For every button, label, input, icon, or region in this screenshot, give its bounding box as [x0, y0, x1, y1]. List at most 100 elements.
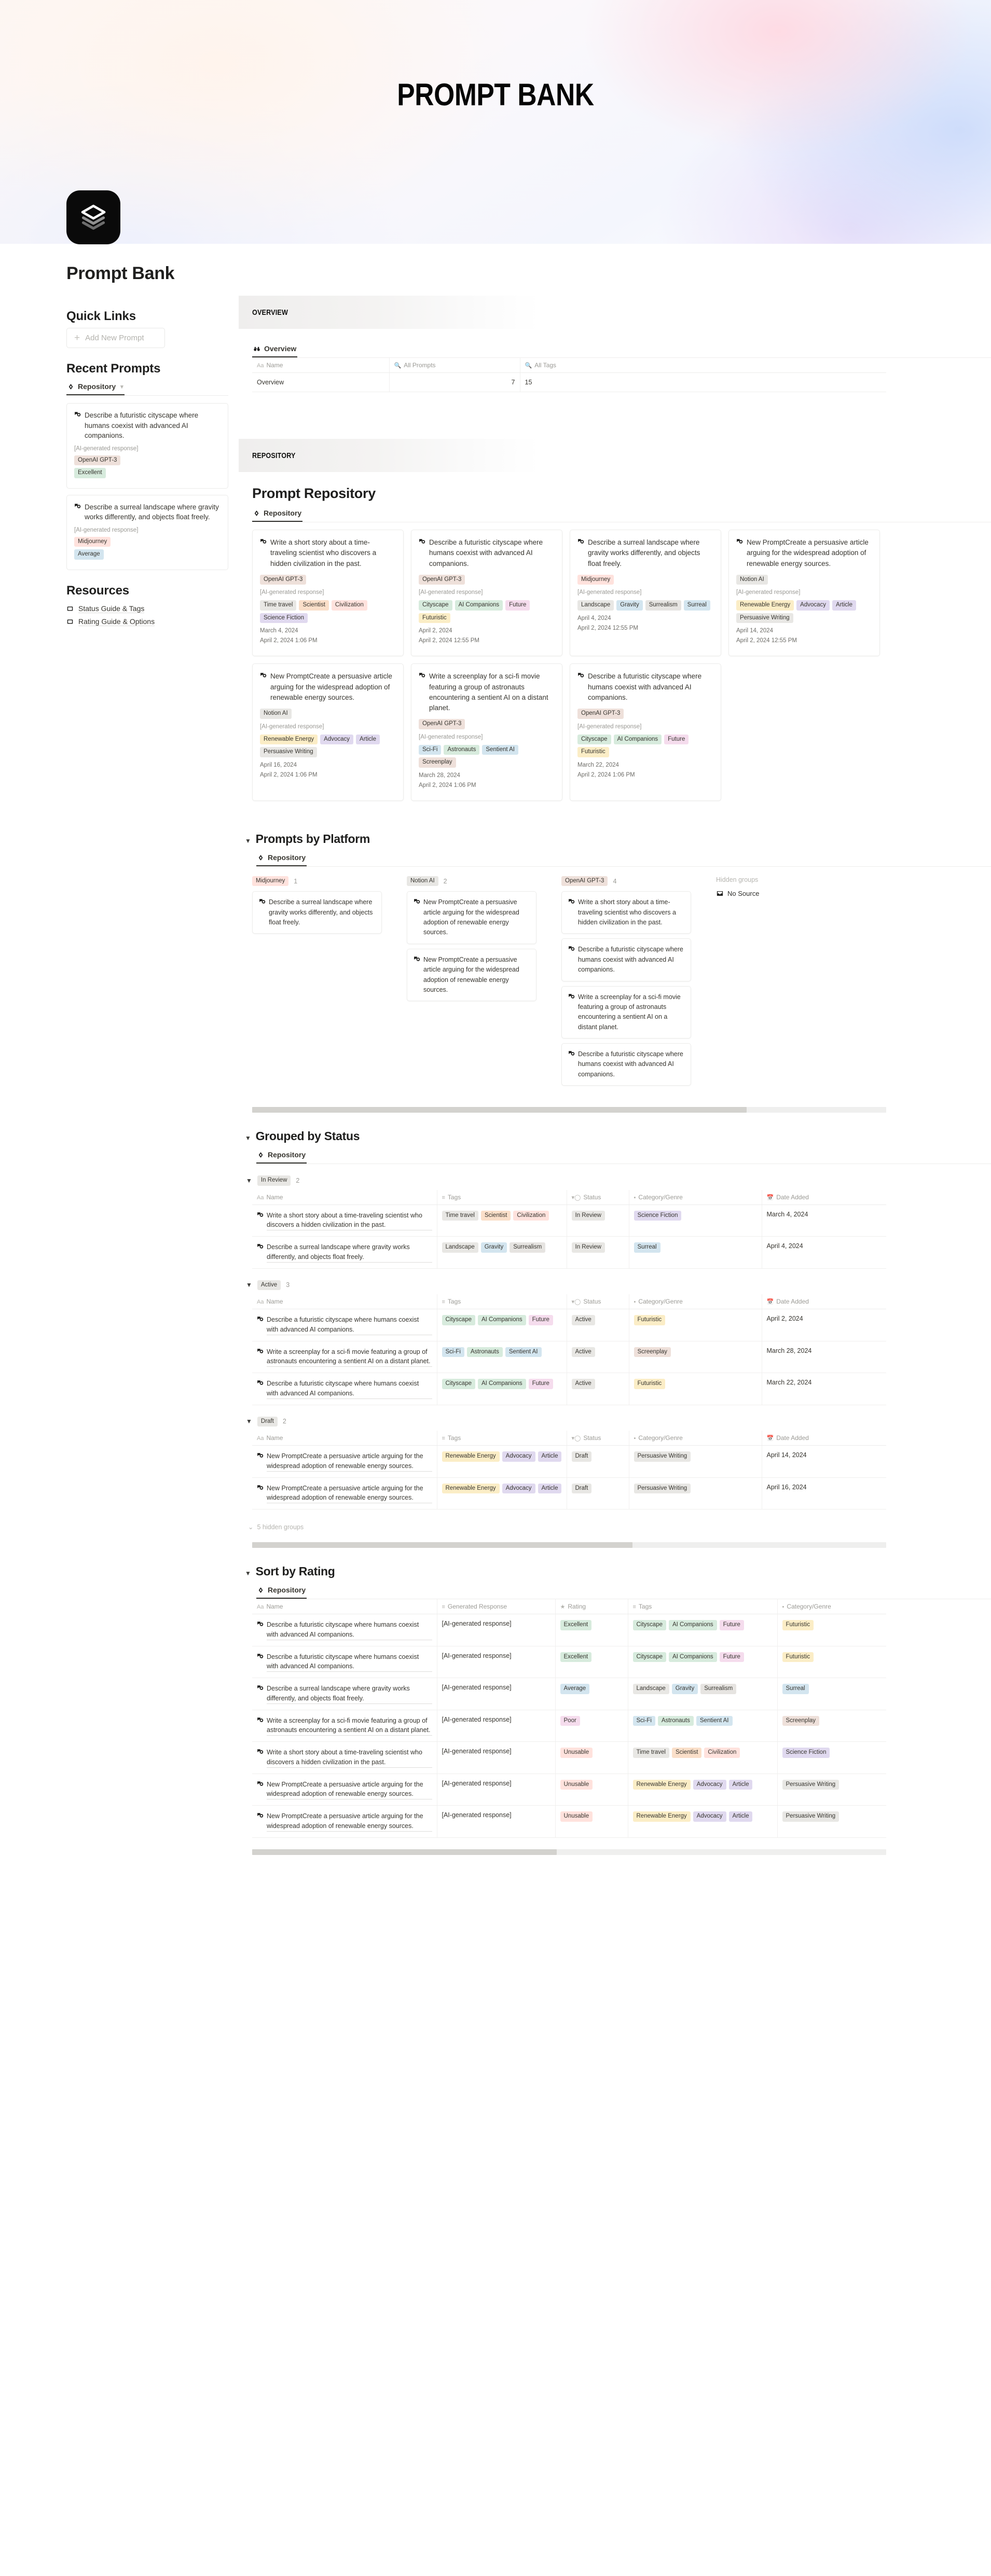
- column-header-tags[interactable]: ≡ Tags: [628, 1599, 778, 1615]
- table-row[interactable]: Describe a surreal landscape where gravi…: [252, 1236, 886, 1269]
- column-header-date-added[interactable]: 📅 Date Added: [762, 1294, 886, 1310]
- column-header-tags[interactable]: ≡ Tags: [437, 1189, 567, 1205]
- hidden-groups-toggle[interactable]: ⌄ 5 hidden groups: [248, 1523, 991, 1531]
- column-header-date-added[interactable]: 📅 Date Added: [762, 1189, 886, 1205]
- table-row[interactable]: New PromptCreate a persuasive article ar…: [252, 1805, 886, 1838]
- column-header-tags[interactable]: ≡ Tags: [437, 1294, 567, 1310]
- cell-name[interactable]: Write a short story about a time-traveli…: [252, 1204, 437, 1237]
- horizontal-scrollbar[interactable]: [252, 1849, 886, 1855]
- cell-name[interactable]: Describe a futuristic cityscape where hu…: [252, 1614, 437, 1646]
- board-card[interactable]: Describe a futuristic cityscape where hu…: [561, 938, 691, 981]
- cell-name[interactable]: Describe a futuristic cityscape where hu…: [252, 1309, 437, 1341]
- table-row[interactable]: Write a screenplay for a sci-fi movie fe…: [252, 1710, 886, 1742]
- column-header-name[interactable]: Aa Name: [252, 1294, 437, 1310]
- resource-link[interactable]: Status Guide & Tags: [66, 602, 228, 615]
- table-row[interactable]: Describe a futuristic cityscape where hu…: [252, 1373, 886, 1405]
- table-row[interactable]: Describe a futuristic cityscape where hu…: [252, 1309, 886, 1341]
- no-source-group[interactable]: No Source: [716, 890, 820, 897]
- status-group-header[interactable]: ▼ In Review 2: [246, 1175, 991, 1186]
- cell-name[interactable]: Write a screenplay for a sci-fi movie fe…: [252, 1341, 437, 1374]
- prompt-card[interactable]: New PromptCreate a persuasive article ar…: [728, 530, 880, 657]
- horizontal-scrollbar[interactable]: [252, 1542, 886, 1548]
- board-card[interactable]: Write a short story about a time-traveli…: [561, 891, 691, 934]
- column-header-category-genre[interactable]: ▪ Category/Genre: [777, 1599, 886, 1615]
- db-tab-repository-platform[interactable]: Repository: [256, 851, 307, 866]
- column-header-status[interactable]: ▾◯ Status: [567, 1294, 629, 1310]
- board-card[interactable]: New PromptCreate a persuasive article ar…: [407, 948, 536, 1002]
- board-column-header[interactable]: Notion AI 2: [407, 876, 536, 887]
- table-row[interactable]: Write a short story about a time-traveli…: [252, 1204, 886, 1237]
- collapse-triangle-icon[interactable]: ▼: [246, 1281, 252, 1289]
- db-tab-overview[interactable]: Overview: [252, 342, 298, 357]
- chevron-down-icon[interactable]: ▾: [120, 383, 123, 390]
- collapse-triangle-icon[interactable]: ▼: [245, 1134, 251, 1142]
- board-card[interactable]: New PromptCreate a persuasive article ar…: [407, 891, 536, 944]
- prompt-card[interactable]: Write a short story about a time-traveli…: [252, 530, 404, 657]
- table-row[interactable]: Describe a futuristic cityscape where hu…: [252, 1614, 886, 1646]
- cell-name[interactable]: Write a short story about a time-traveli…: [252, 1741, 437, 1774]
- board-card[interactable]: Describe a futuristic cityscape where hu…: [561, 1043, 691, 1086]
- table-row[interactable]: Write a short story about a time-traveli…: [252, 1741, 886, 1774]
- status-group-header[interactable]: ▼ Active 3: [246, 1280, 991, 1291]
- db-tab-repository[interactable]: Repository: [252, 507, 303, 522]
- column-header-all-tags[interactable]: 🔍 All Tags: [520, 358, 886, 373]
- cell-name[interactable]: New PromptCreate a persuasive article ar…: [252, 1805, 437, 1838]
- board-column-header[interactable]: Midjourney 1: [252, 876, 382, 887]
- column-header-name[interactable]: Aa Name: [252, 1189, 437, 1205]
- sidebar-db-tab-repository[interactable]: Repository ▾: [66, 380, 125, 395]
- db-tab-repository-status[interactable]: Repository: [256, 1148, 307, 1164]
- cell-name[interactable]: Write a screenplay for a sci-fi movie fe…: [252, 1710, 437, 1742]
- table-row[interactable]: New PromptCreate a persuasive article ar…: [252, 1477, 886, 1510]
- tag-pill: Civilization: [513, 1210, 549, 1221]
- platform-section-title-row[interactable]: ▼ Prompts by Platform: [245, 832, 991, 846]
- column-header-status[interactable]: ▾◯ Status: [567, 1431, 629, 1446]
- column-header-date-added[interactable]: 📅 Date Added: [762, 1431, 886, 1446]
- column-header-category-genre[interactable]: ▪ Category/Genre: [629, 1189, 762, 1205]
- column-header-rating[interactable]: ★ Rating: [555, 1599, 628, 1615]
- column-header-all-prompts[interactable]: 🔍 All Prompts: [389, 358, 520, 373]
- add-new-prompt-button[interactable]: + Add New Prompt: [66, 328, 165, 348]
- prompt-card[interactable]: Write a screenplay for a sci-fi movie fe…: [411, 663, 562, 801]
- cell-name[interactable]: Describe a futuristic cityscape where hu…: [252, 1373, 437, 1405]
- cell-name[interactable]: New PromptCreate a persuasive article ar…: [252, 1774, 437, 1806]
- column-header-category-genre[interactable]: ▪ Category/Genre: [629, 1431, 762, 1446]
- cell-name[interactable]: Describe a surreal landscape where gravi…: [252, 1678, 437, 1710]
- table-row[interactable]: Overview 7 15: [252, 372, 886, 392]
- cell-name[interactable]: New PromptCreate a persuasive article ar…: [252, 1445, 437, 1478]
- column-header-generated-response[interactable]: ≡ Generated Response: [437, 1599, 556, 1615]
- prompt-card[interactable]: Describe a futuristic cityscape where hu…: [411, 530, 562, 657]
- status-section-title-row[interactable]: ▼ Grouped by Status: [245, 1129, 991, 1143]
- collapse-triangle-icon[interactable]: ▼: [245, 1570, 251, 1577]
- cell-name[interactable]: New PromptCreate a persuasive article ar…: [252, 1477, 437, 1510]
- collapse-triangle-icon[interactable]: ▼: [245, 837, 251, 844]
- column-header-category-genre[interactable]: ▪ Category/Genre: [629, 1294, 762, 1310]
- table-row[interactable]: Write a screenplay for a sci-fi movie fe…: [252, 1341, 886, 1374]
- column-header-tags[interactable]: ≡ Tags: [437, 1431, 567, 1446]
- board-column-header[interactable]: OpenAI GPT-3 4: [561, 876, 691, 887]
- rating-section-title-row[interactable]: ▼ Sort by Rating: [245, 1564, 991, 1578]
- column-header-name[interactable]: Aa Name: [252, 1599, 437, 1615]
- db-tab-repository-rating[interactable]: Repository: [256, 1584, 307, 1599]
- cell-name[interactable]: Overview: [252, 372, 390, 392]
- recent-prompt-card[interactable]: Describe a futuristic cityscape where hu…: [66, 403, 228, 489]
- column-header-name[interactable]: Aa Name: [252, 1431, 437, 1446]
- collapse-triangle-icon[interactable]: ▼: [246, 1418, 252, 1425]
- column-header-name[interactable]: Aa Name: [252, 358, 390, 373]
- board-card[interactable]: Write a screenplay for a sci-fi movie fe…: [561, 986, 691, 1038]
- table-row[interactable]: Describe a surreal landscape where gravi…: [252, 1678, 886, 1710]
- table-row[interactable]: New PromptCreate a persuasive article ar…: [252, 1774, 886, 1806]
- table-row[interactable]: Describe a futuristic cityscape where hu…: [252, 1646, 886, 1679]
- cell-name[interactable]: Describe a surreal landscape where gravi…: [252, 1236, 437, 1269]
- column-header-status[interactable]: ▾◯ Status: [567, 1189, 629, 1205]
- cell-name[interactable]: Describe a futuristic cityscape where hu…: [252, 1646, 437, 1679]
- prompt-card[interactable]: Describe a surreal landscape where gravi…: [570, 530, 721, 657]
- recent-prompt-card[interactable]: Describe a surreal landscape where gravi…: [66, 494, 228, 570]
- collapse-triangle-icon[interactable]: ▼: [246, 1177, 252, 1184]
- prompt-card[interactable]: Describe a futuristic cityscape where hu…: [570, 663, 721, 801]
- table-row[interactable]: New PromptCreate a persuasive article ar…: [252, 1445, 886, 1478]
- horizontal-scrollbar[interactable]: [252, 1107, 886, 1113]
- prompt-card[interactable]: New PromptCreate a persuasive article ar…: [252, 663, 404, 801]
- resource-link[interactable]: Rating Guide & Options: [66, 615, 228, 628]
- board-card[interactable]: Describe a surreal landscape where gravi…: [252, 891, 382, 934]
- status-group-header[interactable]: ▼ Draft 2: [246, 1416, 991, 1427]
